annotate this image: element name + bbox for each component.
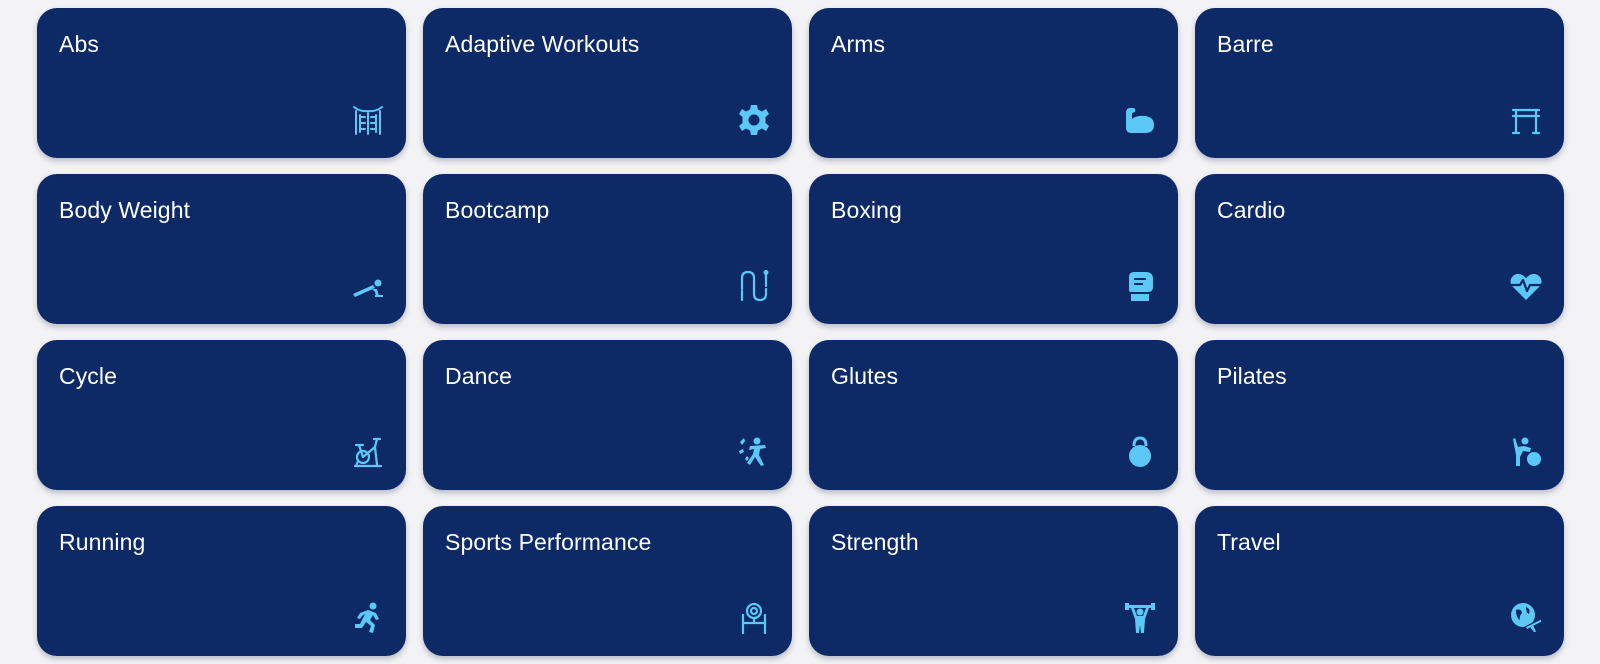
speed-ladder-icon [737, 601, 771, 635]
category-card-glutes[interactable]: Glutes [809, 340, 1178, 490]
card-title: Bootcamp [445, 197, 550, 223]
category-card-strength[interactable]: Strength [809, 506, 1178, 656]
weightlifter-icon [1123, 601, 1157, 635]
card-title: Glutes [831, 363, 899, 389]
card-title: Arms [831, 31, 886, 57]
card-title: Cardio [1217, 197, 1286, 223]
globe-plane-icon [1509, 601, 1543, 635]
category-card-boxing[interactable]: Boxing [809, 174, 1178, 324]
category-card-barre[interactable]: Barre [1195, 8, 1564, 158]
category-card-abs[interactable]: Abs [37, 8, 406, 158]
category-card-bootcamp[interactable]: Bootcamp [423, 174, 792, 324]
card-title: Body Weight [59, 197, 191, 223]
heart-pulse-icon [1509, 269, 1543, 303]
jump-rope-icon [737, 269, 771, 303]
card-title: Cycle [59, 363, 118, 389]
pilates-ball-icon [1509, 435, 1543, 469]
kettlebell-icon [1123, 435, 1157, 469]
card-title: Barre [1217, 31, 1274, 57]
category-card-body-weight[interactable]: Body Weight [37, 174, 406, 324]
dancer-icon [737, 435, 771, 469]
category-card-adaptive-workouts[interactable]: Adaptive Workouts [423, 8, 792, 158]
category-card-pilates[interactable]: Pilates [1195, 340, 1564, 490]
card-title: Running [59, 529, 146, 555]
barre-icon [1509, 103, 1543, 137]
card-title: Pilates [1217, 363, 1287, 389]
card-title: Sports Performance [445, 529, 652, 555]
category-card-sports-performance[interactable]: Sports Performance [423, 506, 792, 656]
category-card-cardio[interactable]: Cardio [1195, 174, 1564, 324]
plank-icon [351, 269, 385, 303]
flexed-arm-icon [1123, 103, 1157, 137]
card-title: Abs [59, 31, 99, 57]
card-title: Travel [1217, 529, 1281, 555]
stationary-bike-icon [351, 435, 385, 469]
card-title: Adaptive Workouts [445, 31, 640, 57]
category-grid: Abs Adaptive Workouts Arms Barre Body We… [37, 8, 1564, 656]
gear-icon [737, 103, 771, 137]
card-title: Dance [445, 363, 512, 389]
runner-icon [351, 601, 385, 635]
card-title: Boxing [831, 197, 902, 223]
category-card-travel[interactable]: Travel [1195, 506, 1564, 656]
category-card-cycle[interactable]: Cycle [37, 340, 406, 490]
card-title: Strength [831, 529, 919, 555]
category-card-dance[interactable]: Dance [423, 340, 792, 490]
boxing-glove-icon [1123, 269, 1157, 303]
category-card-running[interactable]: Running [37, 506, 406, 656]
category-card-arms[interactable]: Arms [809, 8, 1178, 158]
abs-icon [351, 103, 385, 137]
